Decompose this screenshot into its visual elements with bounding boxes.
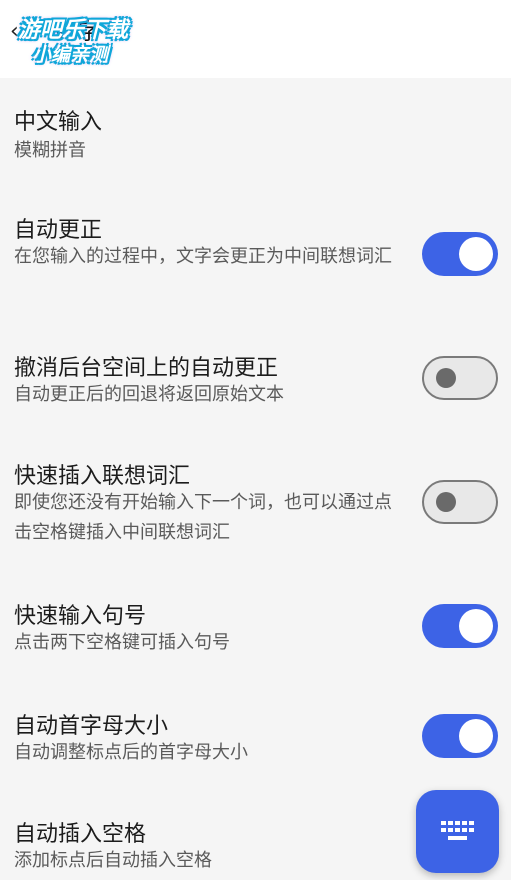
setting-row-undo-autocorrect[interactable]: 撤消后台空间上的自动更正 自动更正后的回退将返回原始文本 xyxy=(0,316,511,428)
setting-title: 自动首字母大小 xyxy=(14,714,169,739)
setting-subtitle: 添加标点后自动插入空格 xyxy=(14,850,212,871)
setting-title: 自动更正 xyxy=(14,218,103,243)
setting-row-auto-capitalize[interactable]: 自动首字母大小 自动调整标点后的首字母大小 xyxy=(0,688,511,798)
setting-subtitle: 自动调整标点后的首字母大小 xyxy=(14,742,248,763)
toggle-knob xyxy=(436,492,456,512)
setting-title: 自动插入空格 xyxy=(14,822,147,847)
toggle-knob xyxy=(436,368,456,388)
quick-insert-suggestion-toggle[interactable] xyxy=(422,480,498,524)
setting-title: 快速插入联想词汇 xyxy=(14,464,191,489)
setting-row-quick-insert-suggestion[interactable]: 快速插入联想词汇 即使您还没有开始输入下一个词，也可以通过点击空格键插入中间联想… xyxy=(0,428,511,576)
top-app-bar: ‹ 打字 游吧乐下载 小编亲测 xyxy=(0,0,511,78)
keyboard-icon xyxy=(441,821,474,840)
auto-correct-toggle[interactable] xyxy=(422,232,498,276)
setting-title: 撤消后台空间上的自动更正 xyxy=(14,356,279,381)
toggle-knob xyxy=(459,237,493,271)
setting-subtitle: 模糊拼音 xyxy=(14,140,86,161)
setting-row-chinese-input[interactable]: 中文输入 模糊拼音 xyxy=(0,78,511,188)
setting-subtitle: 自动更正后的回退将返回原始文本 xyxy=(14,384,284,405)
setting-row-auto-correct[interactable]: 自动更正 在您输入的过程中，文字会更正为中间联想词汇 xyxy=(0,188,511,316)
setting-title: 快速输入句号 xyxy=(14,604,147,629)
back-arrow-icon[interactable]: ‹ xyxy=(10,20,34,44)
quick-period-toggle[interactable] xyxy=(422,604,498,648)
setting-subtitle: 在您输入的过程中，文字会更正为中间联想词汇 xyxy=(14,246,392,267)
keyboard-fab-button[interactable] xyxy=(416,790,499,873)
setting-row-quick-period[interactable]: 快速输入句号 点击两下空格键可插入句号 xyxy=(0,576,511,688)
page-title: 打字 xyxy=(56,20,101,45)
setting-subtitle: 点击两下空格键可插入句号 xyxy=(14,632,230,653)
setting-subtitle: 即使您还没有开始输入下一个词，也可以通过点击空格键插入中间联想词汇 xyxy=(14,492,392,543)
toggle-knob xyxy=(459,719,493,753)
undo-autocorrect-toggle[interactable] xyxy=(422,356,498,400)
toggle-knob xyxy=(459,609,493,643)
auto-capitalize-toggle[interactable] xyxy=(422,714,498,758)
setting-title: 中文输入 xyxy=(14,110,103,135)
